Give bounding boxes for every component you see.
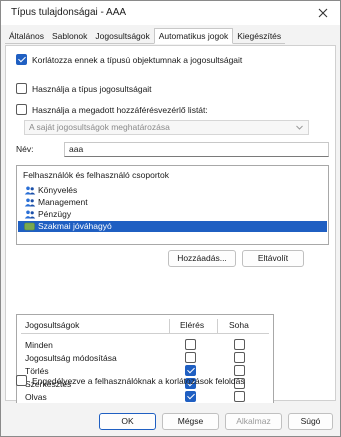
user-group-icon (24, 198, 36, 207)
tab-panel: Korlátozza ennek a típusú objektumnak a … (5, 45, 336, 409)
remove-button[interactable]: Eltávolít (242, 250, 304, 267)
deny-checkbox-torles[interactable] (234, 365, 245, 376)
permissions-header: Jogosultságok (25, 320, 80, 330)
restrict-label: Korlátozza ennek a típusú objektumnak a … (32, 55, 243, 65)
use-acl-checkbox[interactable] (16, 104, 27, 115)
tab-strip: Általános Sablonok Jogosultságok Automat… (5, 28, 286, 45)
use-type-perms-checkbox[interactable] (16, 83, 27, 94)
unlock-label: Engedélyezve a felhasználóknak a korláto… (32, 376, 245, 386)
tab-automatikus-jogok[interactable]: Automatikus jogok (153, 28, 234, 44)
allow-checkbox-minden[interactable] (185, 339, 196, 350)
properties-dialog: Típus tulajdonságai - AAA Általános Sabl… (0, 0, 341, 437)
allow-checkbox-modositas[interactable] (185, 352, 196, 363)
deny-checkbox-olvas[interactable] (234, 391, 245, 402)
deny-checkbox-minden[interactable] (234, 339, 245, 350)
column-divider (217, 319, 218, 333)
window-title: Típus tulajdonságai - AAA (11, 7, 127, 18)
list-item-label: Szakmai jóváhagyó (38, 221, 112, 231)
name-label: Név: (16, 144, 34, 154)
deny-header: Soha (229, 320, 249, 330)
title-bar: Típus tulajdonságai - AAA (1, 1, 340, 25)
dialog-footer: OK Mégse Alkalmaz Súgó (1, 403, 340, 436)
groups-listbox[interactable]: Felhasználók és felhasználó csoportok Kö… (16, 165, 329, 245)
permission-row-label: Minden (25, 340, 53, 350)
list-item-label: Könyvelés (38, 185, 78, 195)
allow-checkbox-olvas[interactable] (185, 391, 196, 402)
list-item-label: Management (38, 197, 88, 207)
tab-kiegeszites[interactable]: Kiegészítés (233, 29, 286, 44)
permission-row-label: Olvas (25, 392, 47, 402)
list-item[interactable]: Könyvelés (18, 185, 327, 196)
use-acl-label: Használja a megadott hozzáférésvezérlő l… (32, 105, 208, 115)
user-group-icon (24, 186, 36, 195)
list-item[interactable]: Pénzügy (18, 209, 327, 220)
acl-dropdown-value: A saját jogosultságok meghatározása (29, 122, 170, 132)
list-item-label: Pénzügy (38, 209, 72, 219)
restrict-checkbox[interactable] (16, 54, 27, 65)
name-input[interactable]: aaa (64, 142, 329, 157)
tab-jogosultsagok[interactable]: Jogosultságok (91, 29, 154, 44)
allow-header: Elérés (180, 320, 205, 330)
acl-dropdown[interactable]: A saját jogosultságok meghatározása (24, 120, 309, 135)
column-divider (169, 319, 170, 333)
user-group-icon (24, 210, 36, 219)
allow-checkbox-torles[interactable] (185, 365, 196, 376)
tab-altalanos[interactable]: Általános (5, 29, 48, 44)
close-icon (318, 8, 328, 18)
apply-button[interactable]: Alkalmaz (225, 413, 282, 430)
deny-checkbox-modositas[interactable] (234, 352, 245, 363)
unlock-checkbox[interactable] (16, 375, 27, 386)
help-button[interactable]: Súgó (288, 413, 333, 430)
use-type-perms-label: Használja a típus jogosultságait (32, 84, 152, 94)
ok-button[interactable]: OK (99, 413, 156, 430)
role-tag-icon (24, 222, 35, 231)
cancel-button[interactable]: Mégse (162, 413, 219, 430)
permission-row-label: Törlés (25, 366, 49, 376)
groups-list-header: Felhasználók és felhasználó csoportok (23, 170, 169, 180)
close-button[interactable] (312, 3, 334, 23)
header-divider (21, 333, 269, 334)
permissions-table: Jogosultságok Elérés Soha Minden Jogosul… (16, 314, 274, 409)
chevron-down-icon (296, 125, 303, 130)
add-button[interactable]: Hozzáadás... (168, 250, 236, 267)
list-item[interactable]: Management (18, 197, 327, 208)
tab-sablonok[interactable]: Sablonok (47, 29, 92, 44)
list-item[interactable]: Szakmai jóváhagyó (18, 221, 327, 232)
permission-row-label: Jogosultság módosítása (25, 353, 117, 363)
